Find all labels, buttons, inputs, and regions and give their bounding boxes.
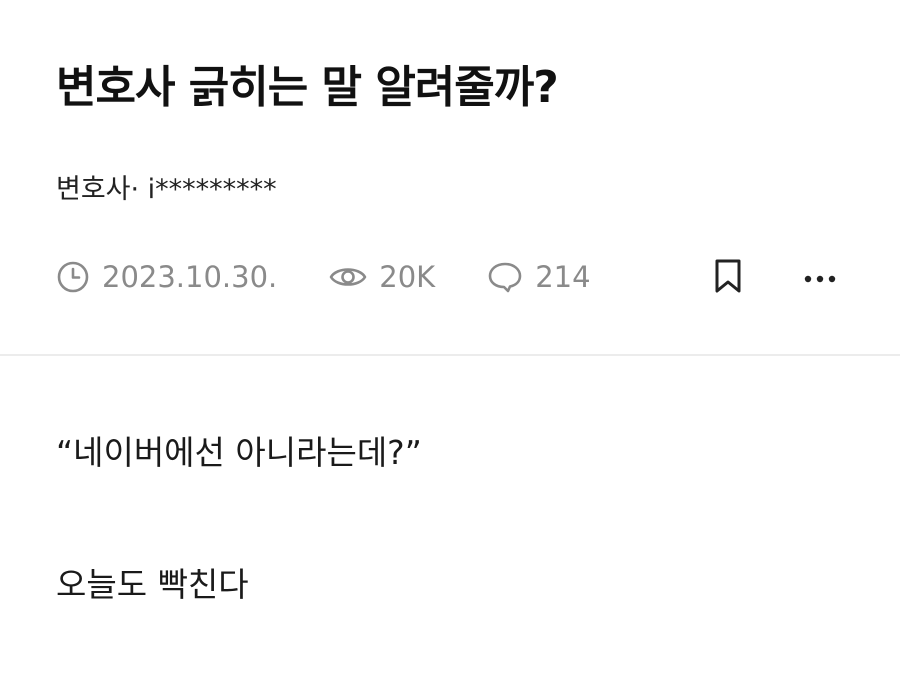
- body-paragraph: “네이버에선 아니라는데?”: [56, 433, 422, 472]
- eye-icon: [329, 260, 367, 294]
- post-comments[interactable]: 214: [487, 260, 591, 294]
- comment-bubble-icon: [487, 260, 523, 294]
- header-divider: [0, 354, 900, 356]
- body-paragraph: 오늘도 빡친다: [56, 565, 249, 604]
- author-line[interactable]: 변호사· i*********: [56, 170, 277, 210]
- post-views: 20K: [329, 260, 435, 294]
- post-date-text: 2023.10.30.: [102, 260, 278, 294]
- post-header: 변호사 긁히는 말 알려줄까? 변호사· i********* 2023.10.…: [0, 0, 900, 355]
- post-title: 변호사 긁히는 말 알려줄까?: [56, 62, 559, 113]
- clock-icon: [56, 260, 90, 294]
- post-meta: 2023.10.30. 20K 214: [56, 252, 591, 302]
- bookmark-icon: [713, 258, 743, 298]
- bookmark-button[interactable]: [708, 256, 748, 300]
- more-dots-icon: [803, 269, 837, 288]
- post-views-count: 20K: [379, 260, 436, 294]
- post-comments-count: 214: [535, 260, 591, 294]
- more-options-button[interactable]: [798, 256, 842, 300]
- post-date: 2023.10.30.: [56, 260, 277, 294]
